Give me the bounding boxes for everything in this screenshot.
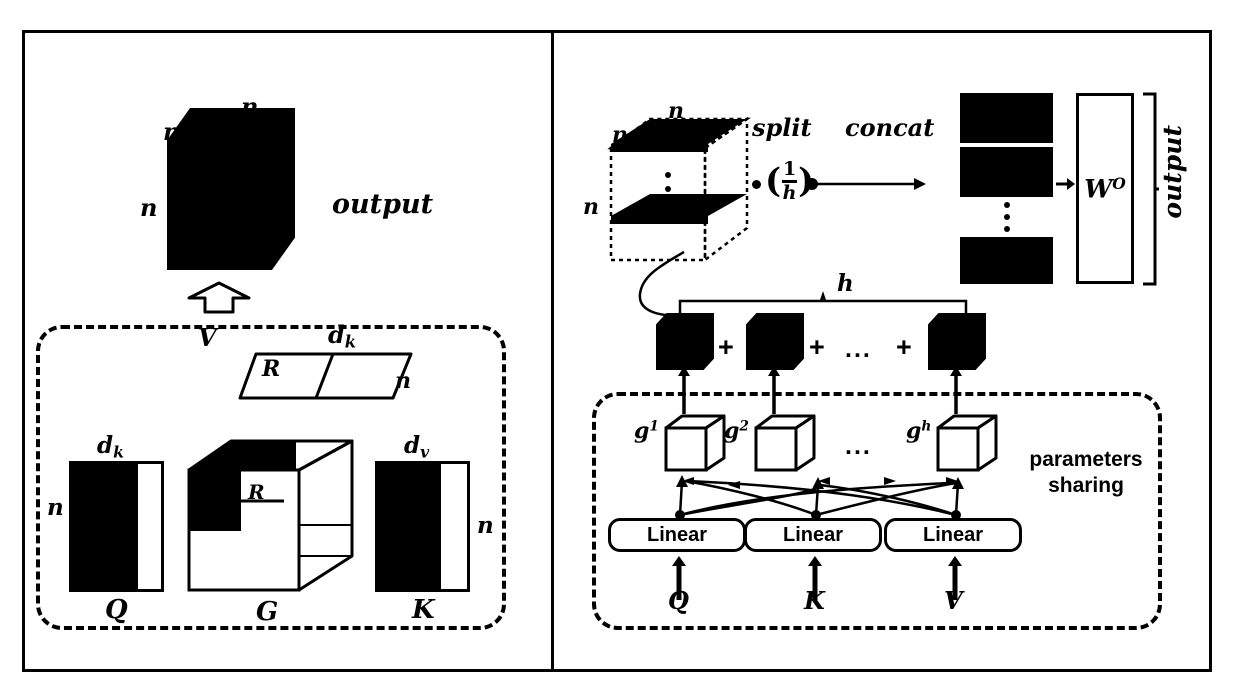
gate-1-base: g [634,418,650,444]
linear-box-1-label: Linear [646,523,708,546]
head-plus-3: + [896,332,912,362]
linear-box-2[interactable]: Linear [744,518,882,552]
head-plus-1: + [718,332,734,362]
v-dim-right-label: n [395,368,411,394]
parameters-sharing-line-2: sharing [1048,474,1124,498]
output-projection-box: WO [1076,93,1134,284]
fraction-open-paren: ( [765,161,782,202]
g-inner-r-label: R [248,480,265,504]
head-cube-2 [746,313,804,370]
output-label: output [332,189,434,220]
output-dim-top-label: n [241,92,259,121]
concat-row-1 [960,93,1053,143]
parameters-sharing-line-1: parameters [1029,448,1143,471]
q-dim-top-label: dk [97,432,124,461]
k-dim-top-label: dv [404,432,429,461]
q-dim-left-label: n [47,494,64,521]
linear-box-2-label: Linear [782,523,844,546]
linear-box-1[interactable]: Linear [608,518,746,552]
v-label: V [198,323,217,352]
gate-2-base: g [724,418,740,444]
stack-dim-left-label: n [583,194,599,220]
head-plus-2: + [809,332,825,362]
linear-input-label-1: Q [668,586,689,615]
gate-2-sup: 2 [739,418,749,435]
v-dim-width-sub: k [344,332,357,352]
q-dim-top-base: d [97,432,114,459]
linear-input-label-3: V [944,586,963,615]
q-dim-top-sub: k [113,442,124,462]
output-projection-label: WO [1084,174,1126,204]
right-output-label: output [1158,125,1187,255]
v-dim-width-label: dk [328,320,356,352]
linear-box-3[interactable]: Linear [884,518,1022,552]
head-sum-ellipsis: ... [845,335,872,363]
concat-stack-vdots [1003,202,1010,232]
heads-brace [678,291,968,313]
split-stack-vdots [664,172,672,192]
stack-dim-top-label: n [668,98,684,124]
wo-sup: O [1112,173,1126,193]
g-cube [187,439,354,592]
gate-3-sup: h [921,418,932,435]
figure-canvas: n n n output V dk R n dk n Q R G dv n K … [0,0,1240,698]
gate-1-sup: 1 [649,418,659,435]
linear-box-3-label: Linear [922,523,984,546]
linear-input-label-2: K [804,586,825,615]
concat-row-2 [960,147,1053,197]
output-bracket [1143,92,1159,286]
k-dark-face [375,461,441,592]
parameters-sharing-label: parameters sharing [1016,447,1156,500]
concat-row-3 [960,237,1053,284]
fraction-denominator: h [782,182,797,204]
k-dim-top-sub: v [420,442,430,462]
v-inner-r-label: R [262,356,281,382]
gate-label-3: gh [906,418,931,444]
concat-arrow [806,178,926,190]
split-label: split [752,113,812,142]
output-up-arrow [187,281,251,314]
panel-divider [551,33,554,669]
gate-label-1: g1 [634,418,659,444]
stack-dim-back-label: n [612,122,628,148]
head-cube-1 [656,313,714,370]
k-dim-top-base: d [404,432,421,459]
concat-label: concat [845,113,935,142]
q-dark-face [69,461,138,592]
scale-multiply-dot [752,180,761,189]
g-label: G [256,597,279,627]
output-cube [167,108,295,270]
gate-label-2: g2 [724,418,749,444]
head-cube-3 [928,313,986,370]
output-dim-left-label: n [140,193,158,222]
v-dim-width-base: d [328,320,345,349]
wo-base: W [1084,174,1113,204]
right-output-label-text: output [1158,125,1187,219]
k-label: K [412,595,435,625]
output-dim-back-label: n [163,117,181,146]
gate-3-base: g [906,418,922,444]
fraction-numerator: 1 [782,158,797,180]
split-stack-cube [607,116,752,263]
concat-to-wo-arrow [1056,178,1075,190]
q-label: Q [105,595,128,625]
k-dim-right-label: n [477,512,494,539]
heads-count-label: h [837,270,854,297]
